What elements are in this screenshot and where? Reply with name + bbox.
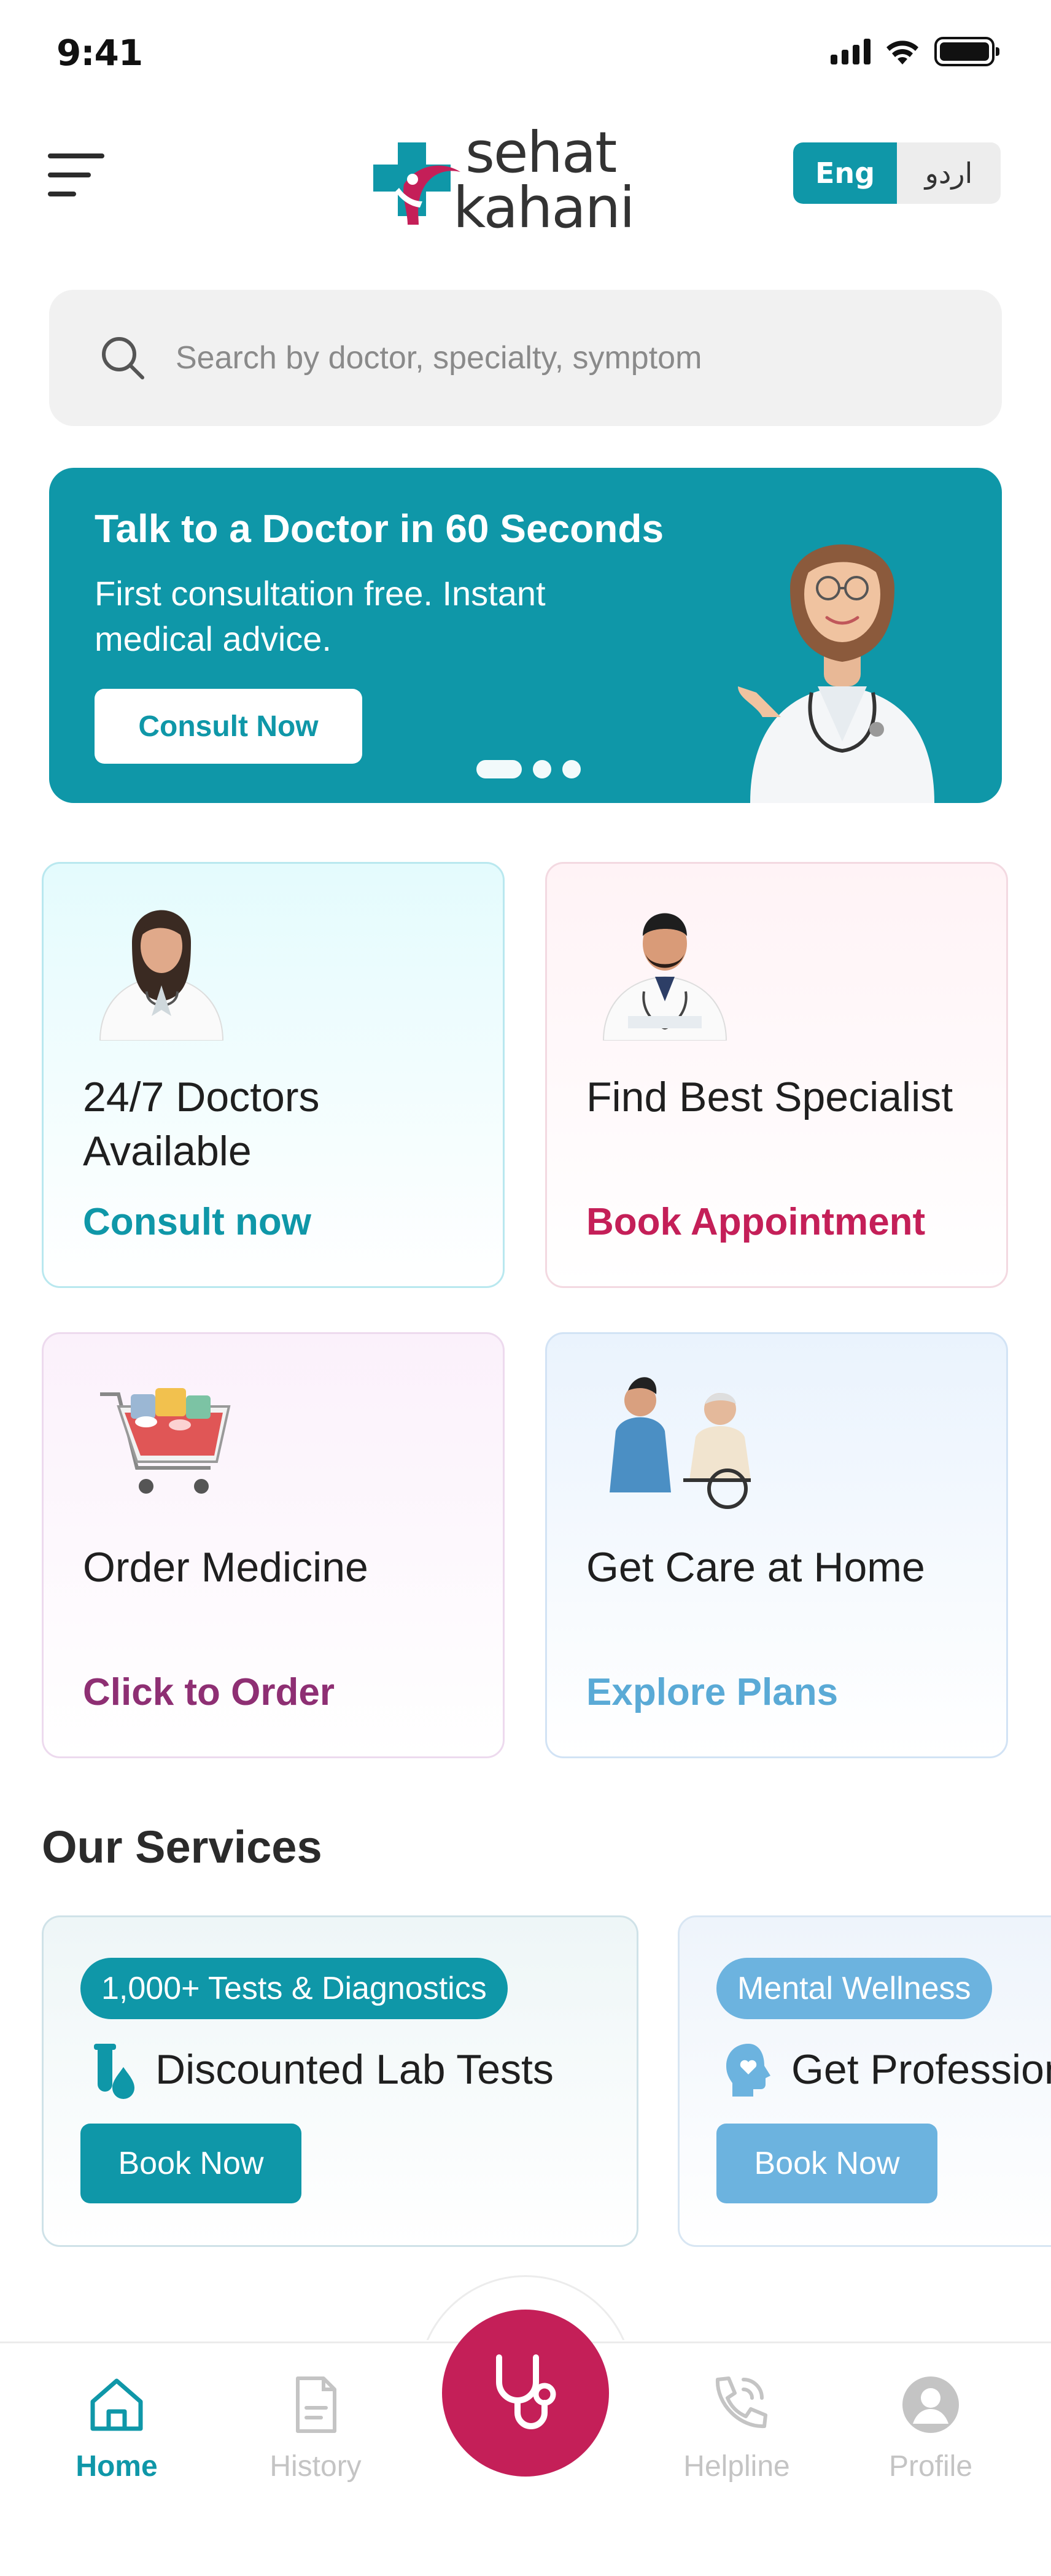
wifi-icon (886, 41, 918, 64)
carousel-dot[interactable] (533, 760, 551, 778)
nav-item-home[interactable]: Home (43, 2371, 190, 2483)
card-title: Get Care at Home (586, 1544, 925, 1591)
sehat-kahani-logo: sehat kahani (373, 120, 635, 239)
service-card-mental-wellness[interactable]: Mental Wellness Get Professional Help Bo… (678, 1915, 1051, 2247)
home-care-image (610, 1377, 751, 1509)
nav-item-history[interactable]: History (242, 2371, 389, 2483)
carousel-dot-active[interactable] (476, 760, 522, 778)
male-doctor-image (602, 913, 727, 1041)
phone-icon (715, 2376, 767, 2429)
status-bar: 9:41 (0, 0, 1051, 111)
service-title: Get Professional Help (791, 2046, 1051, 2093)
medicine-cart-image (100, 1388, 231, 1494)
menu-icon[interactable] (48, 151, 104, 199)
banner-subtitle: First consultation free. Instant medical… (95, 574, 546, 658)
card-title: 24/7 Doctors Available (83, 1074, 320, 1174)
status-time: 9:41 (56, 32, 143, 74)
book-now-button[interactable]: Book Now (80, 2124, 301, 2203)
search-input[interactable]: Search by doctor, specialty, symptom (176, 339, 702, 376)
promo-banner[interactable]: Talk to a Doctor in 60 Seconds First con… (49, 468, 1002, 803)
click-to-order-link[interactable]: Click to Order (83, 1670, 335, 1714)
card-title: Find Best Specialist (586, 1074, 953, 1120)
history-icon (296, 2376, 336, 2433)
female-doctor-image (99, 910, 224, 1041)
service-heading-row: Get Professional Help (724, 2040, 1051, 2099)
test-tube-icon (94, 2044, 134, 2099)
lang-option-english[interactable]: Eng (793, 142, 897, 204)
svg-text:kahani: kahani (453, 175, 634, 239)
book-now-button[interactable]: Book Now (716, 2124, 937, 2203)
status-icons (831, 37, 999, 66)
signal-icon (831, 39, 871, 64)
lang-option-urdu[interactable]: اردو (897, 142, 1001, 204)
language-toggle[interactable]: Eng اردو (793, 142, 1001, 204)
doctors-available-card[interactable]: 24/7 Doctors Available Consult now (42, 862, 505, 1288)
carousel-dot[interactable] (562, 760, 581, 778)
consult-now-button[interactable]: Consult Now (95, 689, 362, 764)
banner-title: Talk to a Doctor in 60 Seconds (95, 506, 664, 551)
services-heading: Our Services (42, 1821, 322, 1872)
battery-icon (934, 37, 999, 66)
mind-heart-icon (726, 2044, 770, 2097)
profile-icon (902, 2376, 959, 2433)
card-title: Order Medicine (83, 1544, 368, 1591)
explore-plans-link[interactable]: Explore Plans (586, 1670, 838, 1714)
nav-item-profile[interactable]: Profile (857, 2371, 1004, 2483)
nav-label: Helpline (683, 2450, 790, 2483)
book-appointment-link[interactable]: Book Appointment (586, 1200, 925, 1244)
order-medicine-card[interactable]: Order Medicine Click to Order (42, 1332, 505, 1758)
consult-fab-button[interactable] (442, 2310, 609, 2477)
consult-now-link[interactable]: Consult now (83, 1200, 311, 1244)
doctor-illustration (738, 544, 934, 803)
app-header: sehat kahani Eng اردو (0, 104, 1051, 246)
nav-label: Home (76, 2450, 158, 2483)
service-tag: 1,000+ Tests & Diagnostics (80, 1958, 508, 2019)
nav-item-helpline[interactable]: Helpline (663, 2371, 810, 2483)
stethoscope-icon (496, 2354, 556, 2429)
find-specialist-card[interactable]: Find Best Specialist Book Appointment (545, 862, 1008, 1288)
service-heading-row: Discounted Lab Tests (88, 2040, 554, 2099)
search-bar[interactable]: Search by doctor, specialty, symptom (49, 290, 1002, 426)
home-icon (90, 2378, 143, 2431)
service-title: Discounted Lab Tests (155, 2046, 554, 2093)
home-care-card[interactable]: Get Care at Home Explore Plans (545, 1332, 1008, 1758)
service-card-lab-tests[interactable]: 1,000+ Tests & Diagnostics Discounted La… (42, 1915, 638, 2247)
carousel-indicator (476, 760, 581, 778)
nav-label: Profile (888, 2450, 973, 2483)
nav-label: History (270, 2450, 362, 2483)
service-tag: Mental Wellness (716, 1958, 992, 2019)
search-icon (102, 337, 144, 379)
